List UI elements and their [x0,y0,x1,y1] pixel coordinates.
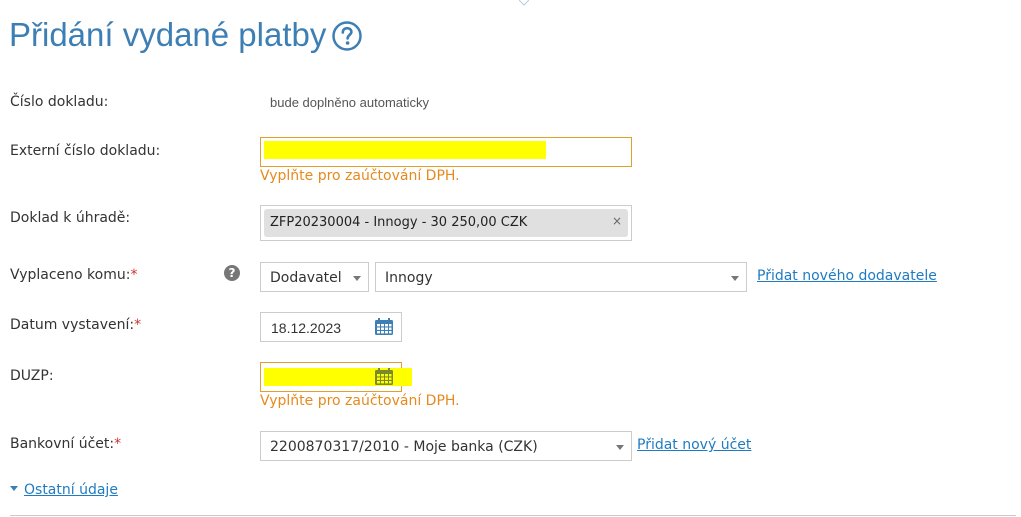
calendar-icon[interactable] [374,368,394,386]
issue-date-label: Datum vystavení:* [10,317,141,333]
duzp-hint: Vyplňte pro zaúčtování DPH. [260,393,460,409]
doc-number-label: Číslo dokladu: [10,94,109,110]
bank-account-label: Bankovní účet:* [10,436,121,452]
help-icon[interactable]: ? [224,265,240,281]
issue-date-value: 18.12.2023 [271,320,342,336]
caret-down-icon [10,486,18,491]
bank-account-label-text: Bankovní účet: [10,436,115,452]
duzp-input[interactable] [260,362,412,392]
required-mark: * [114,436,122,452]
chip-remove-icon[interactable]: × [612,214,622,228]
calendar-icon[interactable] [374,318,394,336]
payee-type-select[interactable]: Dodavatel [260,262,369,292]
external-doc-number-label: Externí číslo dokladu: [10,143,161,159]
other-info-link[interactable]: Ostatní údaje [24,482,118,498]
bank-account-value: 2200870317/2010 - Moje banka (CZK) [270,439,538,455]
external-doc-number-input[interactable] [260,137,632,167]
chevron-down-icon [616,445,624,450]
chevron-down-icon [731,276,739,281]
top-notch-icon [519,0,529,6]
divider [10,515,1016,516]
paid-to-label-text: Vyplaceno komu: [10,267,131,283]
duzp-label: DUZP: [10,368,54,384]
page-title: Přidání vydané platby [9,16,327,53]
required-mark: * [130,267,138,283]
bank-account-select[interactable]: 2200870317/2010 - Moje banka (CZK) [260,431,632,461]
payee-value: Innogy [385,270,433,286]
payee-select[interactable]: Innogy [375,262,747,292]
doc-to-pay-label: Doklad k úhradě: [10,210,131,226]
paid-to-label: Vyplaceno komu:* [10,267,137,283]
payee-type-value: Dodavatel [270,270,342,286]
issue-date-input[interactable]: 18.12.2023 [260,312,402,342]
other-info-toggle[interactable]: Ostatní údaje [10,482,118,498]
doc-number-value: bude doplněno automaticky [270,95,430,110]
external-doc-number-hint: Vyplňte pro zaúčtování DPH. [260,168,460,184]
redaction-highlight [264,141,546,159]
required-mark: * [134,317,142,333]
issue-date-label-text: Datum vystavení: [10,317,135,333]
chevron-down-icon [353,276,361,281]
doc-to-pay-chip-text: ZFP20230004 - Innogy - 30 250,00 CZK [270,215,528,230]
doc-to-pay-chip: ZFP20230004 - Innogy - 30 250,00 CZK × [264,209,628,237]
add-supplier-link[interactable]: Přidat nového dodavatele [757,268,937,284]
add-account-link[interactable]: Přidat nový účet [637,437,751,453]
question-circle-icon[interactable] [332,21,362,51]
